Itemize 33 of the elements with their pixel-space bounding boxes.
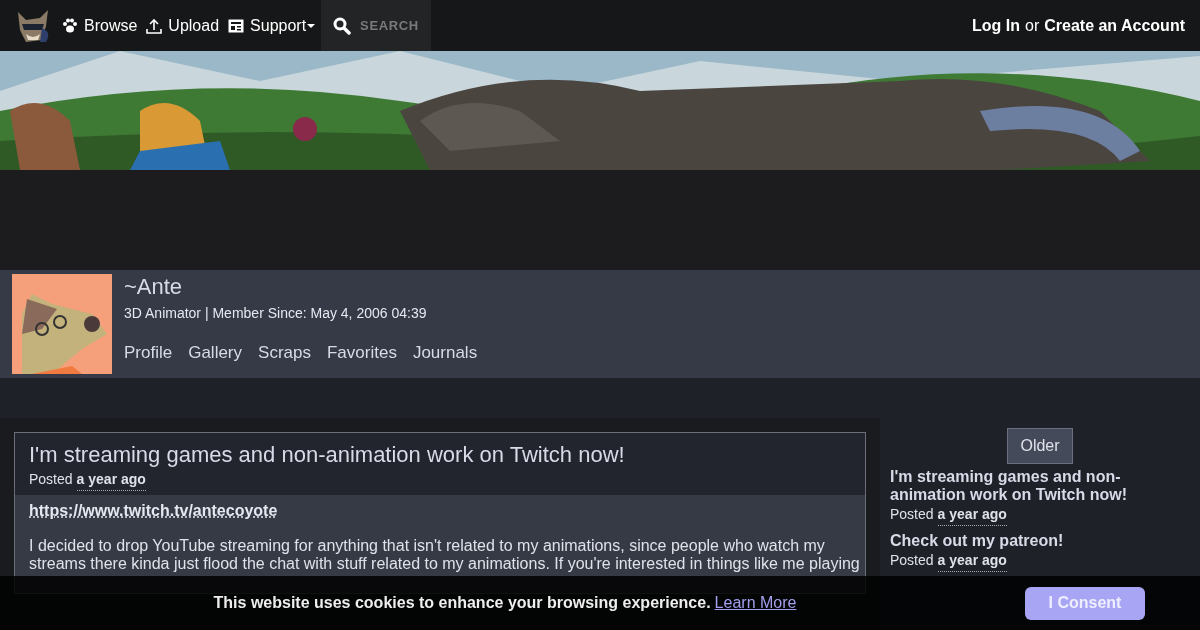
search-field[interactable]: SEARCH <box>321 0 432 51</box>
journal-title: I'm streaming games and non-animation work on Twitch now! <box>29 441 626 469</box>
nav-link[interactable]: Support <box>228 13 316 38</box>
username: ~Ante <box>124 274 184 300</box>
profile-tab[interactable]: Gallery <box>188 339 243 365</box>
or-text: or <box>1025 15 1040 36</box>
posted-label: Posted <box>29 470 73 489</box>
posted-label: Posted <box>890 505 934 524</box>
create-account-link[interactable]: Create an Account <box>1044 13 1185 38</box>
profile-tab[interactable]: Favorites <box>326 339 397 365</box>
login-link[interactable]: Log In <box>972 13 1020 38</box>
twitch-link[interactable]: https://www.twitch.tv/antecoyote <box>29 502 278 519</box>
upload-icon <box>146 17 163 34</box>
journal-text: I decided to drop YouTube streaming for anything that isn't related to my animations, since people who watch my streams there kinda just flood the chat with stuff related to my animations. If you're interested in things like me playing <box>29 537 861 573</box>
search-icon <box>333 16 352 35</box>
nav-link[interactable]: Browse <box>62 13 138 38</box>
post-time: a year ago <box>937 550 1007 572</box>
newspaper-icon <box>228 18 245 33</box>
post-time: a year ago <box>937 504 1007 526</box>
journal-entry-link[interactable]: Check out my patreon! <box>890 532 1190 550</box>
caret-icon <box>307 23 316 28</box>
journal-entry-link[interactable]: I'm streaming games and non-animation work on Twitch now! <box>890 468 1190 504</box>
profile-tab[interactable]: Scraps <box>258 339 311 365</box>
cookie-message: This website uses cookies to enhance your browsing experience. <box>213 593 711 613</box>
posted-label: Posted <box>890 551 934 570</box>
profile-tab[interactable]: Journals <box>412 339 478 365</box>
profile-tab[interactable]: Profile <box>124 339 173 365</box>
paw-icon <box>62 18 78 33</box>
learn-more-link[interactable]: Learn More <box>714 591 797 615</box>
post-time: a year ago <box>76 469 146 491</box>
nav-link[interactable]: Upload <box>146 13 220 38</box>
user-subtitle: 3D Animator | Member Since: May 4, 2006 04:39 <box>124 304 428 323</box>
older-button[interactable]: Older <box>1007 428 1073 464</box>
